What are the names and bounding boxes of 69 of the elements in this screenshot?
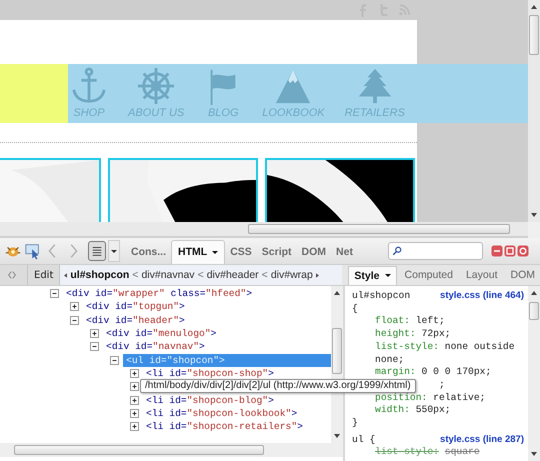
expand-icon[interactable] <box>130 396 139 405</box>
panel-tab[interactable]: Cons... <box>126 240 172 264</box>
panel-tab[interactable]: HTML <box>171 240 226 264</box>
brace: { <box>352 302 358 316</box>
css-property[interactable]: width: 550px; <box>375 404 525 418</box>
horizontal-scrollbar[interactable] <box>0 222 528 238</box>
collapse-icon[interactable] <box>90 342 99 352</box>
html-node[interactable]: <div id="header"> <box>83 314 188 327</box>
html-node[interactable]: <li id="shopcon-lookbook"> <box>143 406 300 420</box>
horizontal-scrollbar[interactable] <box>0 443 343 457</box>
side-panel-tab[interactable]: Computed <box>400 266 458 284</box>
inspect-icon[interactable] <box>24 242 42 260</box>
html-node[interactable]: <li id="shopcon-shop"> <box>143 366 277 380</box>
side-panel-tab[interactable]: DOM <box>506 266 540 284</box>
dropdown-button[interactable] <box>108 240 120 262</box>
panel-tab[interactable]: CSS <box>225 240 257 264</box>
css-property[interactable]: ; <box>439 378 445 390</box>
expand-icon[interactable] <box>130 408 139 418</box>
expand-icon[interactable] <box>130 382 139 392</box>
css-selector: ul { <box>352 434 376 446</box>
side-panel-tab[interactable]: Style <box>348 266 397 284</box>
css-property[interactable]: height: 72px; <box>375 328 525 341</box>
html-node[interactable]: <li id="shopcon-retailers"> <box>143 420 306 434</box>
html-node[interactable]: <div id="menulogo"> <box>103 327 220 340</box>
html-node[interactable]: <div id="wrapper" class="hfeed"> <box>63 287 256 300</box>
list-button[interactable] <box>88 241 106 261</box>
html-node[interactable]: <div id="topgun"> <box>83 300 188 314</box>
expand-icon[interactable] <box>90 329 99 338</box>
css-property[interactable]: list-style: square <box>375 446 525 460</box>
search-field[interactable] <box>388 242 483 260</box>
breadcrumb-link[interactable]: ul#shopcon <box>70 269 130 281</box>
close-icon[interactable] <box>516 245 529 257</box>
separator: < <box>262 269 268 281</box>
minimize-icon[interactable] <box>490 245 503 257</box>
collapse-icon[interactable] <box>70 316 79 325</box>
breadcrumb-link[interactable]: div#header <box>206 269 259 281</box>
source-link[interactable]: style.css (line 287) <box>440 434 524 446</box>
source-link[interactable]: style.css (line 464) <box>440 290 524 303</box>
breadcrumb-link[interactable]: div#navnav <box>141 269 195 281</box>
search-icon <box>392 246 402 256</box>
scroll-left-icon[interactable] <box>64 272 68 278</box>
ship-wheel-icon <box>137 66 176 106</box>
side-panel-tab[interactable]: Layout <box>460 266 502 284</box>
scroll-right-icon[interactable] <box>316 272 319 278</box>
brace: } <box>352 417 358 430</box>
collapse-icon[interactable] <box>50 289 59 298</box>
separator: < <box>132 269 138 281</box>
vertical-scrollbar[interactable] <box>528 0 540 222</box>
logo-block <box>0 64 68 123</box>
css-selector: ul#shopcon <box>352 290 410 303</box>
html-node[interactable]: <div id="navnav"> <box>103 340 208 354</box>
css-property[interactable]: float: left; <box>375 315 525 328</box>
expand-icon[interactable] <box>70 302 79 312</box>
tooltip: /html/body/div/div[2]/div[2]/ul (http://www.w3.org/1999/xhtml) <box>140 379 416 393</box>
panel-tab[interactable]: DOM <box>296 240 332 264</box>
expand-icon[interactable] <box>130 368 139 378</box>
css-property[interactable]: list-style: none outside none; <box>375 340 525 366</box>
panel-tab[interactable]: Script <box>256 240 297 264</box>
expand-icon[interactable] <box>130 422 139 432</box>
vertical-scrollbar[interactable] <box>528 286 540 461</box>
html-node[interactable]: <li id="shopcon-blog"> <box>143 394 277 407</box>
collapse-icon[interactable] <box>110 356 119 365</box>
restore-icon[interactable] <box>504 245 516 257</box>
separator: < <box>198 269 204 281</box>
css-property[interactable]: margin: 0 0 0 170px; <box>375 366 525 379</box>
list-icon <box>91 245 103 257</box>
css-property[interactable]: position: relative; <box>375 392 525 404</box>
breadcrumb-link[interactable]: div#wrap <box>270 269 313 281</box>
panel-tab[interactable]: Net <box>331 240 358 264</box>
